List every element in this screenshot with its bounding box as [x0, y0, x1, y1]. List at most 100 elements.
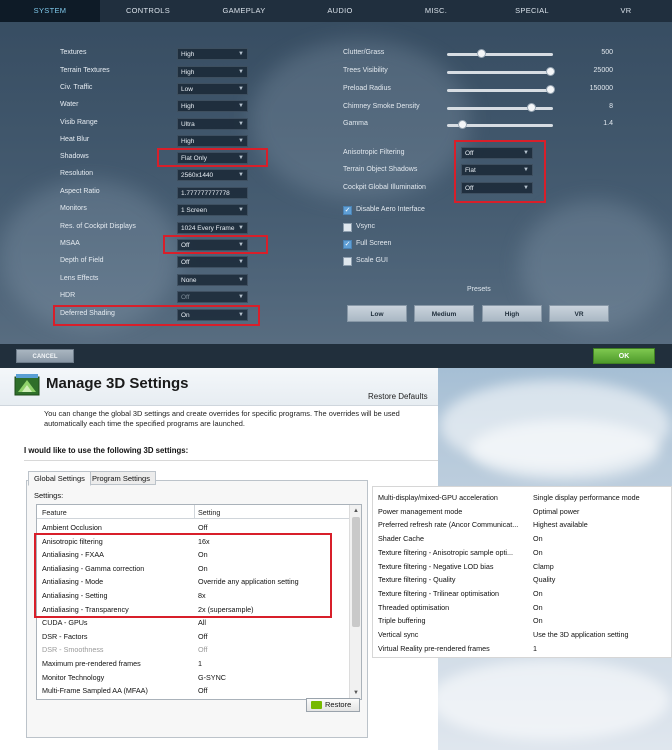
restore-button[interactable]: Restore [306, 698, 360, 712]
table-row[interactable]: Multi-display/mixed-GPU acceleration Sing… [373, 491, 672, 505]
cancel-button[interactable]: CANCEL [16, 349, 74, 363]
resolution-dropdown[interactable]: 2560x1440 ▼ [177, 169, 248, 181]
slider-chimney-smoke: Chimney Smoke Density 8 [343, 101, 613, 115]
slider-knob[interactable] [458, 120, 468, 129]
cockpit-displays-dropdown[interactable]: 1024 Every Frame ▼ [177, 222, 248, 234]
checkbox-box[interactable] [343, 257, 352, 266]
feature-cell: Triple buffering [378, 616, 426, 626]
chevron-down-icon: ▼ [238, 207, 244, 213]
chevron-down-icon: ▼ [238, 172, 244, 178]
column-feature[interactable]: Feature [42, 508, 67, 517]
table-row[interactable]: Shader Cache On [373, 532, 672, 546]
preset-medium-button[interactable]: Medium [414, 305, 474, 322]
tab-vr[interactable]: VR [580, 0, 672, 22]
cockpit-gi-dropdown[interactable]: Off ▼ [461, 182, 533, 194]
hdr-dropdown: Off ▼ [177, 291, 248, 303]
table-row[interactable]: Threaded optimisation On [373, 601, 672, 615]
heat-blur-dropdown[interactable]: High ▼ [177, 135, 248, 147]
tab-global-settings[interactable]: Global Settings [28, 471, 91, 486]
section-heading: I would like to use the following 3D set… [24, 446, 189, 455]
table-row[interactable]: Preferred refresh rate (Ancor Communicat… [373, 518, 672, 532]
dropdown-value: 2560x1440 [181, 172, 214, 179]
table-row[interactable]: Power management mode Optimal power [373, 505, 672, 519]
water-dropdown[interactable]: High ▼ [177, 100, 248, 112]
dropdown-value: None [181, 277, 197, 284]
table-row[interactable]: CUDA - GPUs All [37, 616, 349, 630]
slider-track[interactable] [447, 53, 553, 56]
tab-special[interactable]: SPECIAL [484, 0, 580, 22]
checkbox-box[interactable]: ✓ [343, 206, 352, 215]
monitors-dropdown[interactable]: 1 Screen ▼ [177, 204, 248, 216]
slider-knob[interactable] [477, 49, 487, 58]
anisotropic-filtering-dropdown[interactable]: Off ▼ [461, 147, 533, 159]
checkbox-box[interactable] [343, 223, 352, 232]
feature-cell: Vertical sync [378, 630, 419, 639]
setting-cell: 1 [533, 643, 537, 653]
setting-label: Cockpit Global Illumination [343, 184, 426, 191]
table-row[interactable]: Virtual Reality pre-rendered frames 1 [373, 642, 672, 656]
checkbox-disable-aero[interactable]: ✓ Disable Aero Interface [343, 205, 543, 217]
checkbox-box[interactable]: ✓ [343, 240, 352, 249]
checkbox-label: Disable Aero Interface [356, 206, 425, 213]
setting-textures: Textures High ▼ [60, 48, 250, 61]
tab-gameplay[interactable]: GAMEPLAY [196, 0, 292, 22]
table-row[interactable]: Monitor Technology G-SYNC [37, 671, 349, 685]
checkbox-scale-gui[interactable]: Scale GUI [343, 256, 543, 268]
feature-cell: Texture filtering - Trilinear optimisati… [378, 588, 500, 598]
table-row[interactable]: Vertical sync Use the 3D application sett… [373, 628, 672, 642]
preset-high-button[interactable]: High [482, 305, 542, 322]
aspect-ratio-field[interactable]: 1.777777777778 [177, 187, 248, 199]
textures-dropdown[interactable]: High ▼ [177, 48, 248, 60]
table-row[interactable]: Texture filtering - Quality Quality [373, 573, 672, 587]
table-row[interactable]: Multi-Frame Sampled AA (MFAA) Off [37, 684, 349, 698]
slider-knob[interactable] [546, 67, 556, 76]
slider-track[interactable] [447, 89, 553, 92]
table-row[interactable]: Texture filtering - Trilinear optimisati… [373, 587, 672, 601]
chevron-down-icon: ▼ [238, 51, 244, 57]
sky-cloud [430, 660, 670, 740]
scroll-down-icon[interactable]: ▼ [351, 688, 361, 698]
lens-effects-dropdown[interactable]: None ▼ [177, 274, 248, 286]
slider-value: 500 [601, 49, 613, 56]
table-row[interactable]: DSR - Factors Off [37, 630, 349, 644]
setting-label: Terrain Object Shadows [343, 166, 418, 173]
checkbox-vsync[interactable]: Vsync [343, 222, 543, 234]
checkbox-full-screen[interactable]: ✓ Full Screen [343, 239, 543, 251]
column-setting[interactable]: Setting [198, 508, 220, 517]
setting-terrain-textures: Terrain Textures High ▼ [60, 66, 250, 79]
list-scrollbar[interactable]: ▲ ▼ [349, 505, 361, 699]
tab-misc[interactable]: MISC. [388, 0, 484, 22]
civ-traffic-dropdown[interactable]: Low ▼ [177, 83, 248, 95]
setting-label: Resolution [60, 170, 94, 177]
visib-range-dropdown[interactable]: Ultra ▼ [177, 118, 248, 130]
ok-button[interactable]: OK [593, 348, 655, 364]
table-row: DSR - Smoothness Off [37, 643, 349, 657]
restore-defaults-link[interactable]: Restore Defaults [368, 392, 428, 401]
setting-label: Heat Blur [60, 136, 90, 143]
divider [24, 460, 438, 461]
tab-system[interactable]: SYSTEM [0, 0, 100, 22]
scroll-up-icon[interactable]: ▲ [351, 506, 361, 516]
checkbox-label: Full Screen [356, 240, 392, 247]
depth-of-field-dropdown[interactable]: Off ▼ [177, 256, 248, 268]
tab-audio[interactable]: AUDIO [292, 0, 388, 22]
slider-track[interactable] [447, 71, 553, 74]
terrain-object-shadows-dropdown[interactable]: Flat ▼ [461, 164, 533, 176]
feature-cell: Power management mode [378, 506, 463, 516]
tab-program-settings[interactable]: Program Settings [86, 471, 156, 485]
chevron-down-icon: ▼ [238, 103, 244, 109]
slider-knob[interactable] [546, 85, 556, 94]
tab-controls[interactable]: CONTROLS [100, 0, 196, 22]
terrain-textures-dropdown[interactable]: High ▼ [177, 66, 248, 78]
slider-label: Gamma [343, 120, 368, 127]
preset-vr-button[interactable]: VR [549, 305, 609, 322]
scrollbar-thumb[interactable] [352, 517, 360, 627]
slider-knob[interactable] [527, 103, 537, 112]
slider-track[interactable] [447, 107, 553, 110]
dropdown-value: 1 Screen [181, 207, 208, 214]
preset-low-button[interactable]: Low [347, 305, 407, 322]
table-row[interactable]: Maximum pre-rendered frames 1 [37, 657, 349, 671]
table-row[interactable]: Triple buffering On [373, 614, 672, 628]
table-row[interactable]: Texture filtering - Negative LOD bias Cla… [373, 560, 672, 574]
table-row[interactable]: Texture filtering - Anisotropic sample o… [373, 546, 672, 560]
